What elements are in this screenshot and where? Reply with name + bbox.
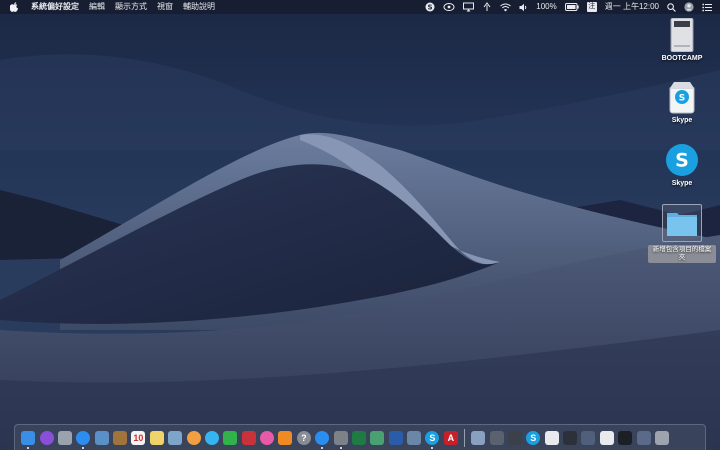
acrobat-icon-glyph: A (447, 432, 455, 443)
svg-text:S: S (428, 4, 433, 12)
skype-status-icon[interactable]: S (425, 0, 435, 14)
menu-app-name[interactable]: 系統偏好設定 (31, 0, 79, 14)
desktop-icon-label: Skype (671, 117, 693, 124)
siri-icon[interactable] (39, 430, 54, 445)
skype-icon-2[interactable]: S (526, 430, 541, 445)
desktop-icon-skype-installer[interactable]: S Skype (647, 80, 717, 124)
activity-icon[interactable] (507, 430, 522, 445)
dock-separator (464, 428, 465, 447)
acrobat-icon[interactable]: A (443, 430, 458, 445)
running-indicator (27, 446, 30, 449)
desktop-icon-label: BOOTCAMP (661, 55, 703, 62)
desktop-icon-new-folder[interactable]: 新增包含項目的檔案夾 (647, 204, 717, 263)
calendar-icon[interactable]: 10 (131, 430, 146, 445)
image-icon[interactable] (581, 430, 596, 445)
menu-help[interactable]: 輔助說明 (183, 0, 215, 14)
notebook-icon[interactable] (113, 430, 128, 445)
running-indicator (431, 446, 434, 449)
desktop-wallpaper (0, 0, 720, 450)
word-icon[interactable] (388, 430, 403, 445)
notification-center-icon[interactable] (702, 0, 712, 14)
running-indicator (82, 446, 85, 449)
wifi-icon[interactable] (500, 0, 512, 14)
airplay-icon[interactable] (482, 0, 492, 14)
apple-menu-icon[interactable] (9, 2, 19, 12)
running-indicator (321, 446, 324, 449)
clock[interactable]: 週一 上午12:00 (605, 0, 659, 14)
input-method-icon[interactable]: 注 (586, 0, 597, 14)
skype-app-icon: S (665, 143, 699, 177)
skype-icon-glyph: S (429, 432, 436, 443)
skype-installer-icon: S (666, 80, 698, 114)
network-utility-icon[interactable] (489, 430, 504, 445)
facetime-icon[interactable] (223, 430, 238, 445)
svg-text:S: S (675, 150, 689, 172)
volume-icon[interactable] (519, 0, 528, 14)
photos-preview-icon[interactable] (168, 430, 183, 445)
window-icon[interactable] (563, 430, 578, 445)
messages-icon[interactable] (204, 430, 219, 445)
trash-icon[interactable] (654, 430, 669, 445)
utility-icon[interactable] (407, 430, 422, 445)
launchpad-icon[interactable] (57, 430, 72, 445)
drive-icon (668, 17, 696, 53)
notes-icon[interactable] (149, 430, 164, 445)
menu-window[interactable]: 視窗 (157, 0, 173, 14)
help-icon[interactable]: ? (296, 430, 311, 445)
menu-bar: 系統偏好設定 編輯 顯示方式 視窗 輔助說明 S 100% 注 週一 上午12:… (0, 0, 720, 14)
terminal-icon[interactable] (618, 430, 633, 445)
cloud-sync-icon[interactable] (443, 0, 455, 14)
skype-icon[interactable]: S (425, 430, 440, 449)
calendar-icon-glyph: 10 (133, 432, 144, 443)
folder-icon (662, 204, 702, 242)
desktop-icon-bootcamp[interactable]: BOOTCAMP (647, 17, 717, 62)
safari-icon[interactable] (76, 430, 91, 449)
screenshot-icon[interactable] (471, 430, 486, 445)
desktop-icon-label: Skype (671, 180, 693, 187)
dock: 10? S A S (14, 424, 706, 450)
desktop-icon-label-selected: 新增包含項目的檔案夾 (648, 245, 716, 263)
finder-icon[interactable] (21, 430, 36, 449)
document-icon[interactable] (544, 430, 559, 445)
system-preferences-icon[interactable] (333, 430, 348, 449)
dock-apps: 10? S A (19, 430, 460, 449)
desktop-icon-skype-app[interactable]: S Skype (647, 143, 717, 187)
menu-edit[interactable]: 編輯 (89, 0, 105, 14)
battery-icon[interactable] (564, 0, 579, 14)
screen-icon[interactable] (636, 430, 651, 445)
excel-icon[interactable] (351, 430, 366, 445)
dock-others: S (469, 430, 671, 445)
spotlight-search-icon[interactable] (667, 0, 676, 14)
app-store-icon[interactable] (315, 430, 330, 449)
help-icon-glyph: ? (301, 432, 307, 443)
photos-icon[interactable] (186, 430, 201, 445)
photo-booth-icon[interactable] (241, 430, 256, 445)
network-icon[interactable] (370, 430, 385, 445)
preview-icon[interactable] (94, 430, 109, 445)
battery-percent[interactable]: 100% (536, 0, 556, 14)
input-method-label: 注 (586, 2, 597, 12)
text-file-icon[interactable] (599, 430, 614, 445)
display-icon[interactable] (463, 0, 475, 14)
running-indicator (339, 446, 342, 449)
itunes-icon[interactable] (260, 430, 275, 445)
skype-icon-2-glyph: S (530, 432, 537, 443)
svg-text:S: S (679, 94, 685, 104)
ibooks-icon[interactable] (278, 430, 293, 445)
menu-view[interactable]: 顯示方式 (115, 0, 147, 14)
user-avatar-icon[interactable] (684, 0, 694, 14)
